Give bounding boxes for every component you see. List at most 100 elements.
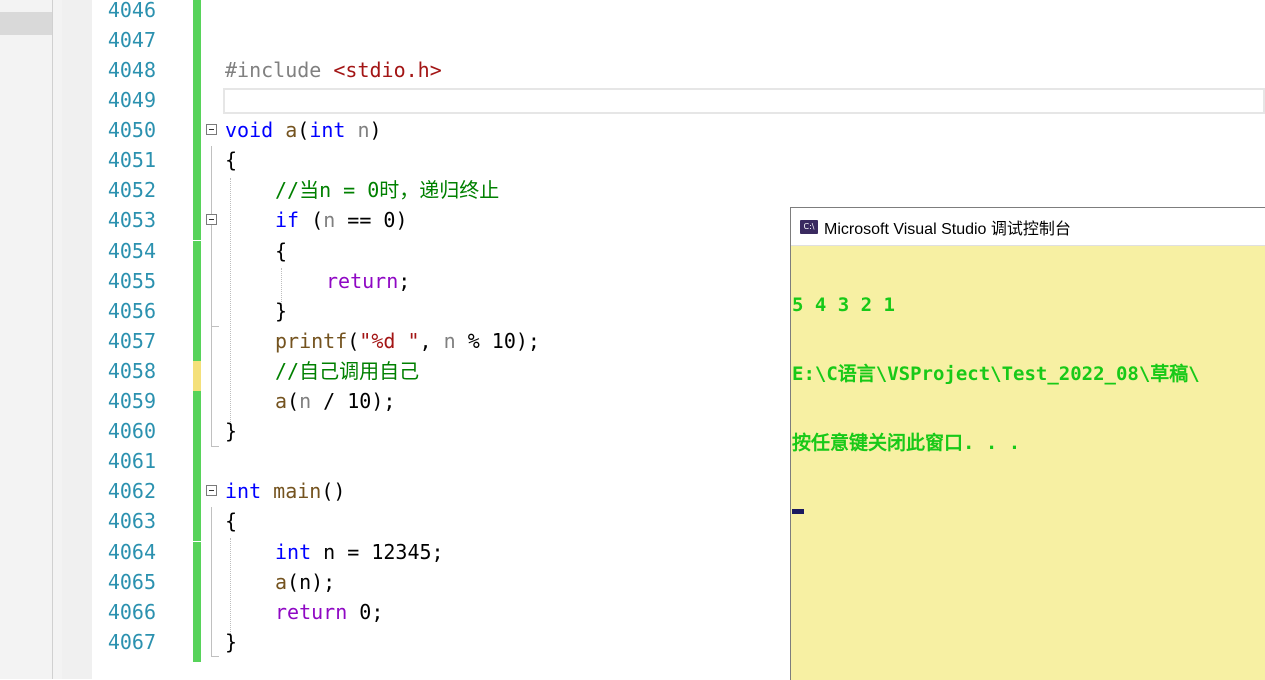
expr-token: == 0) [335, 208, 408, 232]
code-line[interactable]: 4050 void a(int n) [92, 118, 1265, 150]
code-text: } [225, 419, 238, 443]
solution-explorer-strip [0, 0, 62, 679]
code-text: printf("%d ", n % 10); [275, 330, 540, 352]
change-indicator [193, 511, 201, 541]
line-number: 4055 [107, 269, 156, 293]
code-text: } [275, 299, 288, 323]
line-number: 4046 [107, 0, 156, 22]
line-number: 4053 [107, 208, 156, 232]
keyword-token: return [275, 600, 348, 624]
keyword-token: return [326, 269, 399, 293]
console-output-line: 按任意键关闭此窗口. . . [792, 432, 1021, 454]
line-number: 4062 [107, 479, 156, 503]
preprocessor-token: #include [225, 58, 334, 82]
expr-token: n = 12345; [311, 540, 444, 564]
line-number: 4065 [107, 570, 156, 594]
code-text: return; [326, 270, 410, 292]
console-app-icon: C:\ [800, 219, 818, 234]
line-number: 4050 [107, 118, 156, 142]
code-text: return 0; [275, 601, 383, 623]
collapse-icon[interactable] [206, 485, 217, 496]
code-text: { [225, 148, 238, 172]
change-indicator [193, 301, 201, 331]
console-cursor [792, 509, 804, 514]
line-number: 4052 [107, 178, 156, 202]
punct-token: ( [297, 118, 310, 142]
line-number: 4063 [107, 509, 156, 533]
punct-token: ( [347, 329, 360, 353]
line-number: 4061 [107, 449, 156, 473]
punct-token: ( [299, 208, 324, 232]
param-token: n [345, 118, 370, 142]
keyword-token: int [275, 540, 312, 564]
code-text: { [275, 239, 288, 263]
code-line[interactable]: 4047 [92, 28, 1265, 60]
console-output[interactable]: 5 4 3 2 1 E:\C语言\VSProject\Test_2022_08\… [791, 246, 1265, 560]
change-indicator [193, 572, 201, 602]
code-text: a(n / 10); [275, 390, 395, 412]
change-indicator [193, 542, 201, 572]
keyword-token: if [275, 208, 300, 232]
change-indicator [193, 602, 201, 632]
change-indicator [193, 451, 201, 481]
punct-token: , [419, 329, 444, 353]
line-number: 4047 [107, 28, 156, 52]
keyword-token: int [225, 479, 262, 503]
expr-token: 0; [347, 600, 384, 624]
punct-token: () [321, 479, 346, 503]
code-line[interactable]: 4052 //当n = 0时，递归终止 [92, 178, 1265, 210]
debug-console-window[interactable]: C:\ Microsoft Visual Studio 调试控制台 5 4 3 … [790, 207, 1265, 680]
collapse-icon[interactable] [206, 214, 217, 225]
change-indicator [193, 391, 201, 421]
change-indicator [193, 241, 201, 271]
line-number: 4060 [107, 419, 156, 443]
punct-token: ; [398, 269, 411, 293]
console-title: Microsoft Visual Studio 调试控制台 [824, 220, 1071, 238]
line-number: 4058 [107, 359, 156, 383]
code-text: void a(int n) [225, 119, 382, 141]
console-output-line: E:\C语言\VSProject\Test_2022_08\草稿\ [792, 363, 1200, 385]
selected-item-highlight[interactable] [0, 12, 52, 35]
line-number: 4056 [107, 299, 156, 323]
expr-token: % 10); [455, 329, 540, 353]
punct-token: ) [369, 118, 382, 142]
change-indicator [193, 271, 201, 301]
code-text: int n = 12345; [275, 541, 444, 563]
line-number: 4051 [107, 148, 156, 172]
line-number: 4066 [107, 600, 156, 624]
code-line[interactable]: 4046 [92, 0, 1265, 30]
code-text: } [225, 630, 238, 654]
keyword-token: int [309, 118, 346, 142]
code-line[interactable]: 4048 #include <stdio.h> [92, 59, 1265, 90]
function-token: a [273, 118, 298, 142]
code-line[interactable]: 4049 [92, 88, 1265, 120]
code-line[interactable]: 4051 { [92, 148, 1265, 180]
param-token: n [443, 329, 456, 353]
collapse-icon[interactable] [206, 124, 217, 135]
comment-text: //自己调用自己 [275, 359, 420, 383]
expr-token: (n); [287, 570, 336, 594]
change-indicator [193, 60, 201, 90]
console-title-bar[interactable]: C:\ Microsoft Visual Studio 调试控制台 [791, 208, 1265, 246]
line-number: 4064 [107, 540, 156, 564]
panel-divider[interactable] [52, 0, 53, 679]
comment-text: //当n = 0时，递归终止 [275, 178, 500, 202]
code-text: if (n == 0) [275, 209, 407, 231]
line-number: 4059 [107, 389, 156, 413]
change-indicator [193, 150, 201, 180]
code-text: { [225, 509, 238, 533]
code-text: #include <stdio.h> [225, 59, 442, 81]
param-token: n [299, 389, 312, 413]
expr-token: / 10); [311, 389, 396, 413]
string-token: "%d " [359, 329, 420, 353]
change-indicator [193, 210, 201, 240]
change-indicator [193, 481, 201, 511]
code-text: a(n); [275, 571, 335, 593]
change-indicator [193, 0, 201, 30]
unsaved-change-indicator [193, 361, 201, 391]
code-text: int main() [225, 480, 345, 502]
function-token: a [275, 389, 288, 413]
punct-token: ( [287, 389, 300, 413]
line-number: 4049 [107, 88, 156, 112]
line-number: 4054 [107, 239, 156, 263]
